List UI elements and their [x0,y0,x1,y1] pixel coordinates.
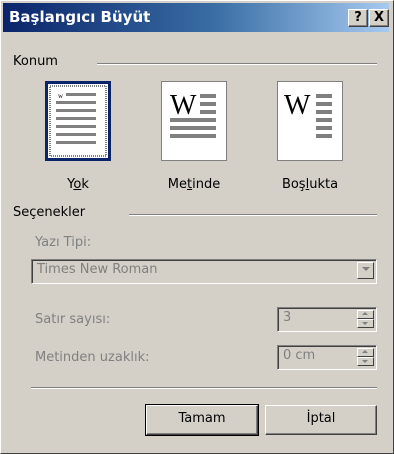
lines-spinner[interactable]: 3 [277,307,377,332]
option-none-label: Yok [67,177,89,192]
arrow-up-icon [362,350,368,353]
distance-up-button[interactable] [357,348,374,357]
dropcap-letter: W [284,90,311,121]
option-dropped[interactable]: W [161,81,227,161]
lines-down-button[interactable] [357,319,374,328]
lines-up-button[interactable] [357,310,374,319]
dialog-window: Başlangıcı Büyüt ? X Konum w W W Yok Met… [0,0,394,454]
option-in-margin-label: Boşlukta [281,177,339,192]
dropcap-margin-icon: W [284,90,332,138]
position-group-divider [97,63,377,65]
bottom-separator [31,387,377,389]
ok-button[interactable]: Tamam [145,404,259,436]
distance-down-button[interactable] [357,357,374,366]
arrow-up-icon [362,312,368,315]
distance-value: 0 cm [283,348,316,363]
close-button[interactable]: X [369,9,389,27]
options-group-label: Seçenekler [13,205,92,220]
distance-spinner[interactable]: 0 cm [277,345,377,370]
font-label: Yazı Tipi: [35,235,92,250]
arrow-down-icon [362,322,368,325]
option-in-margin[interactable]: W [277,81,343,161]
cancel-button[interactable]: İptal [265,405,377,435]
font-select[interactable]: Times New Roman [31,259,377,284]
dropcap-none-icon: w [49,85,107,157]
arrow-down-icon [362,360,368,363]
position-group-label: Konum [13,54,64,69]
help-button[interactable]: ? [348,9,368,27]
dropcap-dropped-icon: W [170,90,216,138]
dropcap-letter: W [170,90,197,121]
option-none[interactable]: w [45,81,111,161]
lines-value: 3 [283,310,292,325]
options-group-divider [129,214,377,216]
lines-label: Satır sayısı: [35,312,111,327]
svg-text:w: w [58,92,64,100]
dialog-title: Başlangıcı Büyüt [9,8,151,26]
font-select-value: Times New Roman [37,262,158,277]
option-dropped-label: Metinde [167,177,221,192]
chevron-down-icon [362,267,370,271]
font-dropdown-button[interactable] [357,262,374,279]
title-bar[interactable]: Başlangıcı Büyüt ? X [3,3,389,32]
distance-label: Metinden uzaklık: [35,350,150,365]
